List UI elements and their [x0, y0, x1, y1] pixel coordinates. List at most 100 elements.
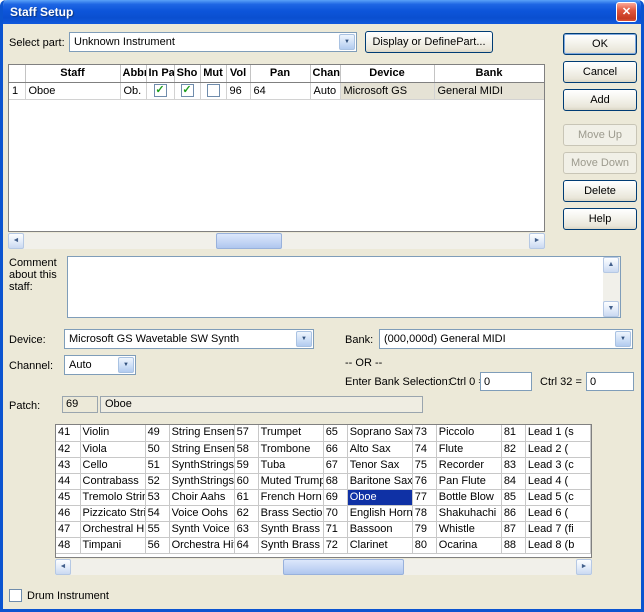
patch-name-cell[interactable]: Flute	[436, 441, 501, 457]
patch-number-cell[interactable]: 51	[145, 457, 169, 473]
patch-name-cell[interactable]: Timpani	[80, 537, 145, 553]
patch-name-cell[interactable]: String Ensem	[169, 425, 234, 441]
patch-number-cell[interactable]: 54	[145, 505, 169, 521]
patch-number-cell[interactable]: 60	[234, 473, 258, 489]
scroll-up-arrow-icon[interactable]: ▲	[603, 257, 619, 273]
patch-number-cell[interactable]: 66	[323, 441, 347, 457]
patch-number-cell[interactable]: 42	[56, 441, 80, 457]
patch-name-cell[interactable]: Lead 7 (fi	[525, 521, 590, 537]
scroll-down-arrow-icon[interactable]: ▼	[603, 301, 619, 317]
patch-name-cell[interactable]: Tenor Sax	[347, 457, 412, 473]
patch-number-cell[interactable]: 78	[412, 505, 436, 521]
patch-number-cell[interactable]: 72	[323, 537, 347, 553]
patch-number-cell[interactable]: 82	[501, 441, 525, 457]
scrollbar-thumb[interactable]	[216, 233, 282, 249]
patch-number-cell[interactable]: 55	[145, 521, 169, 537]
patch-name-cell[interactable]: SynthStrings	[169, 457, 234, 473]
staff-row[interactable]: 1OboeOb.✓✓9664AutoMicrosoft GSGeneral MI…	[9, 82, 544, 99]
patch-number-cell[interactable]: 76	[412, 473, 436, 489]
patch-name-cell[interactable]: Voice Oohs	[169, 505, 234, 521]
scrollbar-track[interactable]	[24, 233, 529, 249]
patch-name-cell[interactable]: Contrabass	[80, 473, 145, 489]
patch-number-cell[interactable]: 87	[501, 521, 525, 537]
checkbox-checked-icon[interactable]: ✓	[181, 84, 194, 97]
chevron-down-icon[interactable]: ▼	[296, 331, 312, 347]
patch-name-cell[interactable]: Synth Brass	[258, 521, 323, 537]
scroll-right-arrow-icon[interactable]: ►	[529, 233, 545, 249]
patch-name-cell[interactable]: Lead 5 (c	[525, 489, 590, 505]
scrollbar-track[interactable]	[71, 559, 576, 575]
comment-vscrollbar[interactable]: ▲ ▼	[603, 257, 620, 317]
patch-name-cell[interactable]: Cello	[80, 457, 145, 473]
ctrl0-input[interactable]	[480, 372, 532, 391]
chevron-down-icon[interactable]: ▼	[339, 34, 355, 50]
patch-name-cell[interactable]: Lead 4 (	[525, 473, 590, 489]
close-icon[interactable]: ✕	[616, 2, 637, 22]
patch-name-cell[interactable]: Trombone	[258, 441, 323, 457]
staff-cell[interactable]: General MIDI	[434, 82, 544, 99]
patch-name-cell[interactable]: Piccolo	[436, 425, 501, 441]
patch-number-cell[interactable]: 61	[234, 489, 258, 505]
patch-number-cell[interactable]: 62	[234, 505, 258, 521]
patch-number-cell[interactable]: 48	[56, 537, 80, 553]
patch-number-cell[interactable]: 68	[323, 473, 347, 489]
patch-number-cell[interactable]: 73	[412, 425, 436, 441]
patch-name-cell[interactable]: Lead 1 (s	[525, 425, 590, 441]
patch-name-cell[interactable]: Baritone Sax	[347, 473, 412, 489]
patch-name-cell[interactable]: Synth Voice	[169, 521, 234, 537]
patch-name-cell[interactable]: Brass Sectio	[258, 505, 323, 521]
staff-table-hscrollbar[interactable]: ◄ ►	[8, 233, 545, 249]
channel-dropdown[interactable]: Auto ▼	[64, 355, 136, 375]
device-dropdown[interactable]: Microsoft GS Wavetable SW Synth ▼	[64, 329, 314, 349]
patch-number-cell[interactable]: 64	[234, 537, 258, 553]
checkbox-checked-icon[interactable]: ✓	[154, 84, 167, 97]
patch-name-cell[interactable]: Pan Flute	[436, 473, 501, 489]
patch-number-cell[interactable]: 52	[145, 473, 169, 489]
staff-cell[interactable]: 1	[9, 82, 25, 99]
patch-number-cell[interactable]: 83	[501, 457, 525, 473]
scroll-left-arrow-icon[interactable]: ◄	[8, 233, 24, 249]
staff-cell[interactable]	[200, 82, 226, 99]
patch-number-cell[interactable]: 53	[145, 489, 169, 505]
patch-name-cell[interactable]: Recorder	[436, 457, 501, 473]
scroll-left-arrow-icon[interactable]: ◄	[55, 559, 71, 575]
patch-name-cell[interactable]: Alto Sax	[347, 441, 412, 457]
patch-number-cell[interactable]: 75	[412, 457, 436, 473]
scrollbar-thumb[interactable]	[283, 559, 404, 575]
patch-number-cell[interactable]: 69	[323, 489, 347, 505]
add-button[interactable]: Add	[563, 89, 637, 111]
ok-button[interactable]: OK	[563, 33, 637, 55]
staff-cell[interactable]: Ob.	[120, 82, 146, 99]
scroll-right-arrow-icon[interactable]: ►	[576, 559, 592, 575]
patch-number-cell[interactable]: 65	[323, 425, 347, 441]
patch-grid-hscrollbar[interactable]: ◄ ►	[55, 559, 592, 575]
patch-number-cell[interactable]: 50	[145, 441, 169, 457]
patch-name-cell[interactable]: SynthStrings	[169, 473, 234, 489]
patch-name-cell[interactable]: Lead 3 (c	[525, 457, 590, 473]
chevron-down-icon[interactable]: ▼	[615, 331, 631, 347]
patch-number-cell[interactable]: 67	[323, 457, 347, 473]
help-button[interactable]: Help	[563, 208, 637, 230]
patch-number-cell[interactable]: 46	[56, 505, 80, 521]
patch-name-cell[interactable]: Lead 8 (b	[525, 537, 590, 553]
patch-number-cell[interactable]: 56	[145, 537, 169, 553]
patch-name-cell[interactable]: Bottle Blow	[436, 489, 501, 505]
patch-name-cell[interactable]: Pizzicato Stri	[80, 505, 145, 521]
patch-name-cell[interactable]: French Horn	[258, 489, 323, 505]
checkbox-unchecked-icon[interactable]	[9, 589, 22, 602]
patch-name-cell[interactable]: Ocarina	[436, 537, 501, 553]
patch-number-cell[interactable]: 41	[56, 425, 80, 441]
patch-number-cell[interactable]: 86	[501, 505, 525, 521]
patch-number-cell[interactable]: 71	[323, 521, 347, 537]
patch-number-cell[interactable]: 74	[412, 441, 436, 457]
staff-cell[interactable]: ✓	[174, 82, 200, 99]
patch-number-cell[interactable]: 77	[412, 489, 436, 505]
patch-name-cell[interactable]: Synth Brass	[258, 537, 323, 553]
patch-number-cell[interactable]: 88	[501, 537, 525, 553]
chevron-down-icon[interactable]: ▼	[118, 357, 134, 373]
patch-number-cell[interactable]: 59	[234, 457, 258, 473]
patch-number-cell[interactable]: 58	[234, 441, 258, 457]
bank-dropdown[interactable]: (000,000d) General MIDI ▼	[379, 329, 633, 349]
patch-name-cell[interactable]: Oboe	[347, 489, 412, 505]
scrollbar-track[interactable]	[603, 273, 620, 301]
